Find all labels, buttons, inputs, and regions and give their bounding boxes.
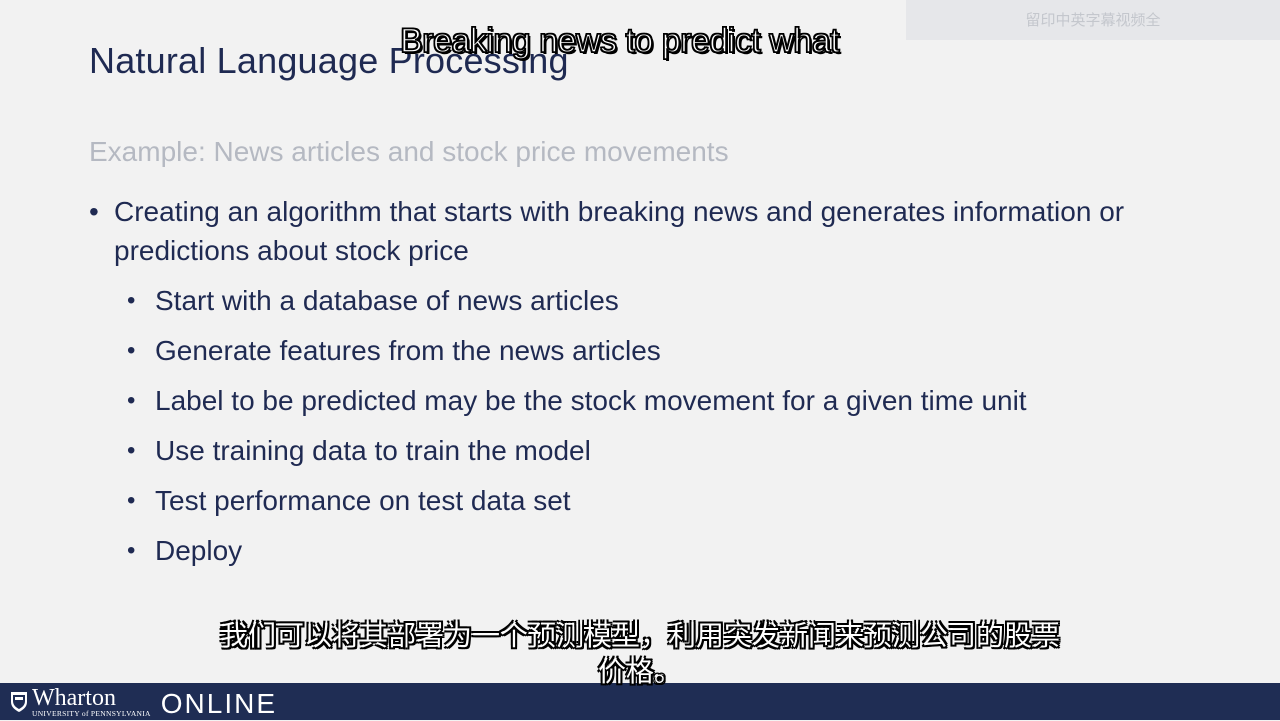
wharton-wordmark: Wharton UNIVERSITY of PENNSYLVANIA <box>32 684 151 718</box>
caption-chinese-line-1: 我们可以将其部署为一个预测模型，利用突发新闻来预测公司的股票 <box>219 619 1060 652</box>
shield-icon <box>11 692 27 712</box>
logo-main-text: Wharton <box>32 684 116 711</box>
logo-sub-text: UNIVERSITY of PENNSYLVANIA <box>32 708 151 718</box>
caption-english: Breaking news to predict what <box>399 21 840 61</box>
slide-subtitle: Example: News articles and stock price m… <box>89 136 729 167</box>
sub-bullet-list: Start with a database of news articles G… <box>89 281 1239 581</box>
sub-bullet-database: Start with a database of news articles <box>89 281 1239 331</box>
bullet-list: Creating an algorithm that starts with b… <box>89 192 1239 581</box>
sub-bullet-training: Use training data to train the model <box>89 431 1239 481</box>
sub-bullet-features: Generate features from the news articles <box>89 331 1239 381</box>
sub-bullet-test: Test performance on test data set <box>89 481 1239 531</box>
sub-bullet-deploy: Deploy <box>89 531 1239 581</box>
watermark: 留印中英字幕视频全 <box>906 0 1280 40</box>
wharton-online-logo: Wharton UNIVERSITY of PENNSYLVANIA ONLIN… <box>10 685 277 719</box>
caption-chinese: 我们可以将其部署为一个预测模型，利用突发新闻来预测公司的股票 价格。 <box>140 618 1140 690</box>
slide: Natural Language Processing Example: New… <box>0 0 1280 683</box>
online-label: ONLINE <box>160 688 278 719</box>
main-bullet: Creating an algorithm that starts with b… <box>89 192 1239 270</box>
sub-bullet-label: Label to be predicted may be the stock m… <box>89 381 1239 431</box>
caption-chinese-line-2: 价格。 <box>597 655 682 688</box>
